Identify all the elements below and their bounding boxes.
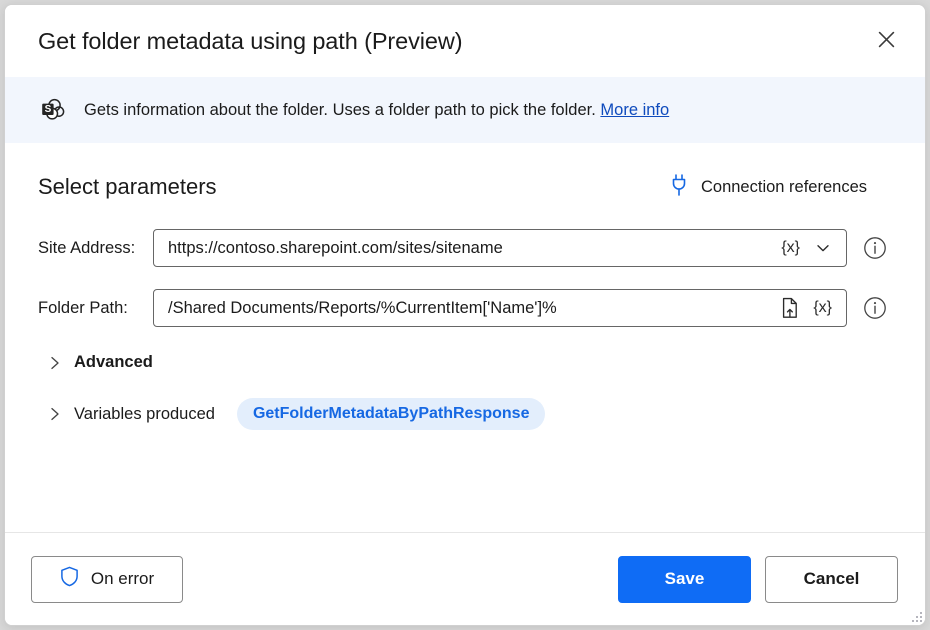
- dialog-footer: On error Save Cancel: [5, 532, 925, 625]
- param-row-folder-path: Folder Path: {x}: [38, 289, 892, 327]
- param-row-site-address: Site Address: {x}: [38, 229, 892, 267]
- shield-icon: [60, 566, 79, 592]
- svg-text:S: S: [45, 104, 52, 115]
- dynamic-content-token-button[interactable]: {x}: [777, 238, 804, 258]
- dialog-title: Get folder metadata using path (Preview): [38, 28, 865, 55]
- parameters-section-header: Select parameters Connection references: [38, 167, 892, 207]
- on-error-label: On error: [91, 569, 154, 589]
- chevron-down-icon[interactable]: [810, 235, 836, 261]
- site-address-adornments: {x}: [777, 235, 836, 261]
- close-button[interactable]: [865, 20, 907, 62]
- connection-references-label: Connection references: [701, 178, 867, 197]
- info-banner: S Gets information about the folder. Use…: [5, 77, 925, 143]
- on-error-button[interactable]: On error: [31, 556, 183, 603]
- folder-path-label: Folder Path:: [38, 299, 153, 318]
- dialog-titlebar: Get folder metadata using path (Preview): [5, 5, 925, 77]
- folder-path-adornments: {x}: [777, 295, 836, 321]
- advanced-section-toggle[interactable]: Advanced: [38, 353, 892, 372]
- variable-pill[interactable]: GetFolderMetadataByPathResponse: [237, 398, 546, 430]
- chevron-right-icon: [46, 354, 64, 372]
- banner-description: Gets information about the folder. Uses …: [84, 101, 596, 119]
- sharepoint-icon: S: [38, 95, 68, 125]
- file-picker-icon[interactable]: [777, 295, 803, 321]
- resize-grip[interactable]: [908, 608, 922, 622]
- site-address-label: Site Address:: [38, 239, 153, 258]
- variables-produced-toggle[interactable]: Variables produced GetFolderMetadataByPa…: [38, 398, 892, 430]
- advanced-label: Advanced: [74, 353, 153, 372]
- site-address-field[interactable]: {x}: [153, 229, 847, 267]
- save-button[interactable]: Save: [618, 556, 751, 603]
- chevron-right-icon: [46, 405, 64, 423]
- dialog-window: Get folder metadata using path (Preview)…: [4, 4, 926, 626]
- cancel-button[interactable]: Cancel: [765, 556, 898, 603]
- connection-references-button[interactable]: Connection references: [669, 173, 892, 202]
- folder-path-input[interactable]: [168, 290, 777, 326]
- site-address-info-icon[interactable]: [861, 234, 889, 262]
- dialog-body: Select parameters Connection references …: [5, 143, 925, 532]
- section-title: Select parameters: [38, 174, 669, 200]
- more-info-link[interactable]: More info: [600, 101, 669, 119]
- folder-path-info-icon[interactable]: [861, 294, 889, 322]
- close-icon: [877, 30, 896, 52]
- variables-produced-label: Variables produced: [74, 405, 215, 424]
- banner-text-block: Gets information about the folder. Uses …: [84, 101, 669, 120]
- plug-icon: [669, 173, 689, 202]
- dynamic-content-token-button[interactable]: {x}: [809, 298, 836, 318]
- folder-path-field[interactable]: {x}: [153, 289, 847, 327]
- site-address-input[interactable]: [168, 230, 777, 266]
